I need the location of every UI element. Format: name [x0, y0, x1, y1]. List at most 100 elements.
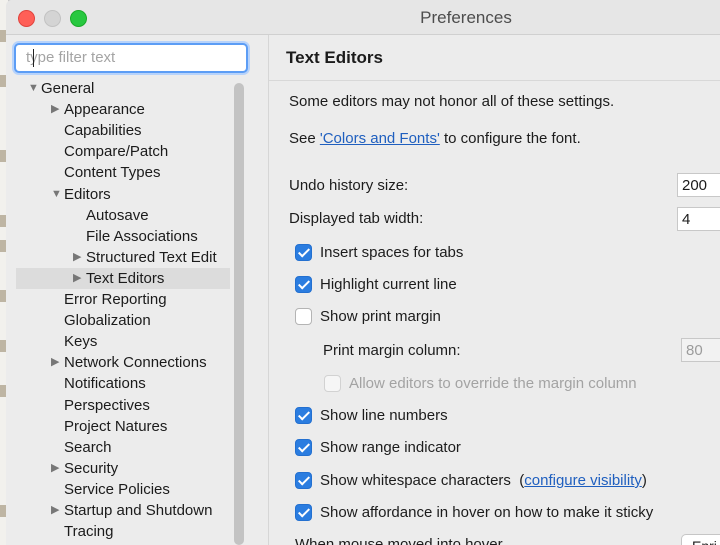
font-hint: See 'Colors and Fonts' to configure the …	[289, 130, 581, 147]
highlight-line-checkbox[interactable]	[295, 276, 312, 293]
tree-item[interactable]: Notifications	[16, 373, 230, 394]
zoom-window-button[interactable]	[70, 10, 87, 27]
tree-item[interactable]: Project Natures	[16, 416, 230, 437]
whitespace-label: Show whitespace characters (configure vi…	[320, 472, 647, 489]
chevron-down-icon[interactable]: ▼	[51, 184, 62, 205]
paren-close: )	[641, 472, 647, 489]
tree-item-label: Globalization	[64, 312, 151, 330]
tree-item-label: Appearance	[64, 101, 145, 119]
page-title: Text Editors	[286, 48, 383, 67]
tree-item[interactable]: ▶ Structured Text Edit	[16, 247, 230, 268]
chevron-right-icon[interactable]: ▶	[73, 247, 84, 268]
chevron-right-icon[interactable]: ▶	[51, 458, 62, 479]
tree-item-label: Perspectives	[64, 396, 150, 414]
minimize-window-button[interactable]	[44, 10, 61, 27]
tree-item-label: Project Natures	[64, 417, 168, 435]
tree-item-label: Editors	[64, 185, 111, 203]
tree-item-label: Capabilities	[64, 122, 142, 140]
tree-item-label: General	[41, 80, 95, 97]
preferences-navigation: ▼General▶AppearanceCapabilitiesCompare/P…	[6, 35, 269, 545]
tree-item[interactable]: ▶ Security	[16, 458, 230, 479]
tree-item-label: Tracing	[64, 523, 114, 541]
margin-column-input[interactable]	[681, 338, 720, 362]
highlight-line-label: Highlight current line	[320, 276, 457, 293]
undo-history-label: Undo history size:	[289, 177, 409, 194]
print-margin-checkbox[interactable]	[295, 308, 312, 325]
tree-item[interactable]: ▶ Startup and Shutdown	[16, 500, 230, 521]
tree-item[interactable]: ▼ General	[16, 78, 230, 99]
tree-item[interactable]: Tracing	[16, 521, 230, 542]
range-indicator-label: Show range indicator	[320, 439, 461, 456]
tree-item-label: Error Reporting	[64, 291, 167, 308]
tree-item[interactable]: File Associations	[16, 226, 230, 247]
tree-item-label: Startup and Shutdown	[64, 502, 213, 519]
chevron-right-icon[interactable]: ▶	[73, 268, 84, 289]
tree-scrollbar[interactable]	[234, 81, 244, 545]
tree-item-label: Structured Text Edit	[86, 248, 217, 266]
affordance-checkbox[interactable]	[295, 504, 312, 521]
hover-mode-dropdown[interactable]: Enri	[681, 534, 720, 545]
insert-spaces-checkbox[interactable]	[295, 244, 312, 261]
range-indicator-checkbox[interactable]	[295, 439, 312, 456]
preference-page: Text Editors Some editors may not honor …	[269, 35, 720, 545]
margin-column-label: Print margin column:	[323, 342, 461, 359]
page-header: Text Editors	[269, 35, 720, 81]
preferences-tree: ▼ General ▶ Appearance Capabilities Compare/P…	[16, 78, 230, 545]
allow-override-label: Allow editors to override the margin col…	[349, 375, 637, 392]
tree-item[interactable]: ▼ Editors	[16, 184, 230, 205]
tree-item[interactable]: ▶ Network Connections	[16, 352, 230, 373]
tab-width-input[interactable]	[677, 207, 720, 231]
tree-item-label: Keys	[64, 333, 98, 351]
tab-width-label: Displayed tab width:	[289, 210, 424, 227]
chevron-down-icon[interactable]: ▼	[28, 78, 39, 99]
tree-item-label: Text Editors	[86, 269, 165, 287]
tree-item-label: Security	[64, 459, 119, 477]
tree-item[interactable]: ▶ Text Editors	[16, 267, 230, 289]
tree-item-label: Content Types	[64, 164, 161, 182]
line-numbers-label: Show line numbers	[320, 407, 448, 424]
tree-item[interactable]: ▶ Appearance	[16, 99, 230, 120]
print-margin-label: Show print margin	[320, 308, 441, 325]
whitespace-label-text: Show whitespace characters	[320, 472, 511, 489]
tree-item[interactable]: Capabilities	[16, 120, 230, 141]
filter-box[interactable]	[14, 43, 248, 73]
text-caret	[33, 49, 34, 67]
affordance-label: Show affordance in hover on how to make …	[320, 504, 654, 521]
tree-item-label: Search	[64, 438, 112, 456]
chevron-right-icon[interactable]: ▶	[51, 500, 62, 521]
tree-item-label: Notifications	[64, 375, 146, 393]
tree-item[interactable]: Search	[16, 437, 230, 458]
font-hint-prefix: See	[289, 130, 320, 147]
scrollbar-thumb[interactable]	[234, 83, 244, 545]
window-title: Preferences	[420, 8, 512, 27]
filter-input[interactable]	[16, 45, 236, 69]
font-hint-suffix: to configure the font.	[439, 130, 581, 147]
tree-item[interactable]: Compare/Patch	[16, 141, 230, 162]
undo-history-input[interactable]	[677, 173, 720, 197]
tree-item[interactable]: Globalization	[16, 310, 230, 331]
settings-note: Some editors may not honor all of these …	[289, 93, 615, 110]
tree-item[interactable]: Autosave	[16, 205, 230, 226]
tree-item[interactable]: Service Policies	[16, 479, 230, 500]
tree-item-label: Compare/Patch	[64, 143, 169, 161]
configure-visibility-link[interactable]: configure visibility	[524, 472, 642, 489]
tree-item-label: Service Policies	[64, 480, 170, 498]
colors-and-fonts-link[interactable]: 'Colors and Fonts'	[320, 130, 440, 147]
hover-mode-label: When mouse moved into hover	[295, 536, 503, 545]
tree-item[interactable]: Keys	[16, 331, 230, 352]
tree-item[interactable]: Perspectives	[16, 395, 230, 416]
insert-spaces-label: Insert spaces for tabs	[320, 244, 464, 261]
allow-override-checkbox[interactable]	[324, 375, 341, 392]
tree-item[interactable]: Error Reporting	[16, 289, 230, 310]
tree-item-label: Autosave	[86, 206, 149, 224]
tree-item[interactable]: Content Types	[16, 162, 230, 183]
close-window-button[interactable]	[18, 10, 35, 27]
chevron-right-icon[interactable]: ▶	[51, 352, 62, 373]
preferences-window: Preferences ▼General▶AppearanceCapabilit…	[6, 0, 720, 545]
title-bar: Preferences	[6, 0, 720, 35]
chevron-right-icon[interactable]: ▶	[51, 99, 62, 120]
tree-item-label: File Associations	[86, 227, 198, 245]
line-numbers-checkbox[interactable]	[295, 407, 312, 424]
tree-item-label: Network Connections	[64, 354, 207, 372]
whitespace-checkbox[interactable]	[295, 472, 312, 489]
